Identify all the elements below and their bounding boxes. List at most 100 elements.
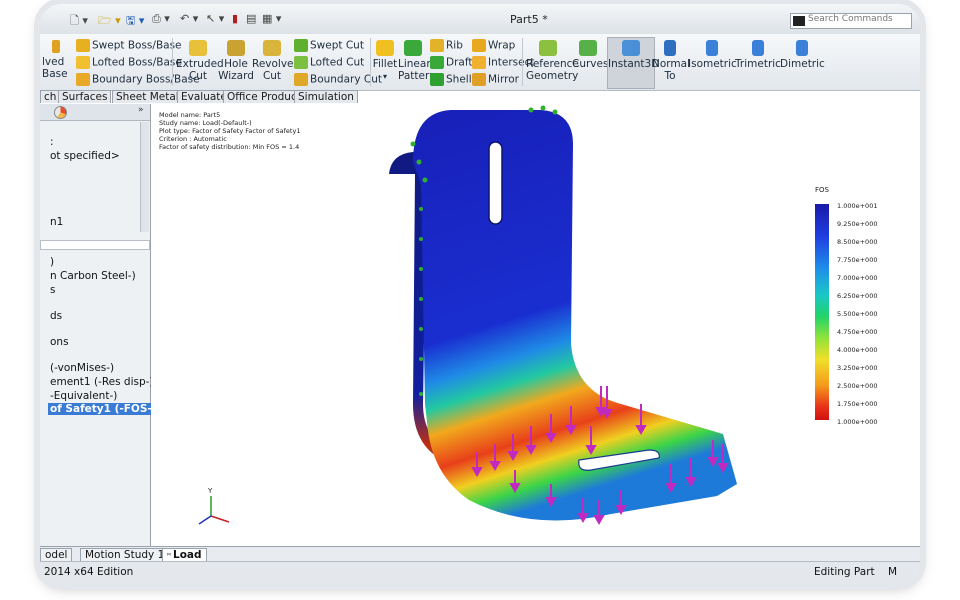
save-icon[interactable]: 🖫 ▾ bbox=[126, 12, 144, 31]
rebuild-icon[interactable]: ▮ bbox=[232, 12, 238, 25]
legend-label: 8.500e+000 bbox=[837, 238, 878, 246]
print-icon[interactable]: ⎙ ▾ bbox=[152, 12, 170, 26]
boundary-cut-button[interactable]: Boundary Cut bbox=[294, 73, 382, 86]
search-icon bbox=[793, 16, 805, 26]
reference-geometry-icon bbox=[539, 40, 557, 56]
fos-model-render[interactable]: Y bbox=[151, 104, 920, 546]
boundary-boss-icon bbox=[76, 73, 90, 86]
legend-label: 6.250e+000 bbox=[837, 292, 878, 300]
ribbon-separator bbox=[522, 38, 523, 86]
tab-sheet-metal[interactable]: Sheet Metal bbox=[112, 90, 183, 103]
swept-cut-button[interactable]: Swept Cut bbox=[294, 39, 364, 52]
legend-label: 5.500e+000 bbox=[837, 310, 878, 318]
expand-panel-icon[interactable]: » bbox=[138, 105, 144, 115]
revolved-boss-label[interactable]: lved bbox=[42, 56, 64, 68]
dimetric-icon bbox=[796, 40, 808, 56]
fillet-icon bbox=[376, 40, 394, 56]
edition-text: 2014 x64 Edition bbox=[44, 566, 134, 578]
legend-label: 7.000e+000 bbox=[837, 274, 878, 282]
fos-color-legend bbox=[815, 204, 829, 420]
curves-button[interactable]: Curves bbox=[572, 40, 608, 70]
fillet-button[interactable]: Fillet ▾ bbox=[372, 40, 398, 83]
tree-item-strain[interactable]: -Equivalent-) bbox=[50, 390, 117, 402]
rib-button[interactable]: Rib bbox=[430, 39, 463, 52]
swept-boss-button[interactable]: Swept Boss/Base bbox=[76, 39, 182, 52]
isometric-button[interactable]: Isometric bbox=[688, 40, 737, 70]
legend-label: 7.750e+000 bbox=[837, 256, 878, 264]
isometric-icon bbox=[706, 40, 718, 56]
extruded-cut-icon bbox=[189, 40, 207, 56]
file-properties-icon[interactable]: ▤ bbox=[246, 12, 256, 25]
curves-icon bbox=[579, 40, 597, 56]
axis-triad: Y bbox=[198, 487, 230, 525]
tree-scrollbar[interactable] bbox=[140, 122, 149, 232]
mirror-button[interactable]: Mirror bbox=[472, 73, 519, 86]
title-bar: 🗋 ▾ 🗁 ▾ 🖫 ▾ ⎙ ▾ ↶ ▾ ↖ ▾ ▮ ▤ ▦ ▾ Part5 * … bbox=[40, 4, 920, 35]
fillet-dropdown-icon[interactable]: ▾ bbox=[383, 72, 387, 81]
normal-to-icon bbox=[664, 40, 676, 56]
command-tabs: ch Surfaces Sheet Metal Evaluate Office … bbox=[40, 90, 358, 103]
open-icon[interactable]: 🗁 ▾ bbox=[98, 12, 121, 31]
tree-item-stress[interactable]: (-vonMises-) bbox=[50, 362, 114, 374]
lofted-boss-button[interactable]: Lofted Boss/Base bbox=[76, 56, 182, 69]
units-indicator[interactable]: M bbox=[888, 566, 897, 578]
hole-wizard-button[interactable]: Hole Wizard bbox=[218, 40, 254, 82]
rib-icon bbox=[430, 39, 444, 52]
new-document-icon[interactable]: 🗋 ▾ bbox=[70, 12, 88, 31]
tree-item-factor-of-safety[interactable]: of Safety1 (-FOS-) bbox=[48, 403, 159, 415]
undo-icon[interactable]: ↶ ▾ bbox=[180, 12, 198, 25]
document-title: Part5 * bbox=[510, 13, 548, 26]
editing-mode-text: Editing Part bbox=[814, 566, 875, 578]
wrap-icon bbox=[472, 39, 486, 52]
status-bar: 2014 x64 Edition Editing Part M bbox=[40, 561, 920, 584]
tree-divider-bar[interactable] bbox=[40, 240, 150, 250]
legend-title: FOS bbox=[815, 186, 829, 194]
extruded-cut-button[interactable]: Extruded Cut bbox=[176, 40, 224, 82]
tab-surfaces[interactable]: Surfaces bbox=[58, 90, 112, 103]
legend-label: 4.000e+000 bbox=[837, 346, 878, 354]
tree-item[interactable]: ) bbox=[50, 256, 54, 268]
draft-button[interactable]: Draft bbox=[430, 56, 472, 69]
legend-label: 1.750e+000 bbox=[837, 400, 878, 408]
graphics-viewport[interactable]: Model name: Part5 Study name: Load(-Defa… bbox=[151, 104, 920, 546]
tree-item[interactable]: n1 bbox=[50, 216, 63, 228]
wrap-button[interactable]: Wrap bbox=[472, 39, 515, 52]
dimetric-button[interactable]: Dimetric bbox=[780, 40, 825, 70]
revolved-cut-button[interactable]: Revolved Cut bbox=[252, 40, 300, 82]
legend-label: 1.000e+001 bbox=[837, 202, 878, 210]
tree-item[interactable]: s bbox=[50, 284, 55, 296]
trimetric-button[interactable]: Trimetric bbox=[734, 40, 782, 70]
linear-pattern-icon bbox=[404, 40, 422, 56]
reference-geometry-button[interactable]: Reference Geometry bbox=[526, 40, 579, 82]
options-icon[interactable]: ▦ ▾ bbox=[262, 12, 281, 25]
tab-simulation[interactable]: Simulation bbox=[294, 90, 358, 103]
legend-label: 4.750e+000 bbox=[837, 328, 878, 336]
instant3d-label[interactable]: Instant3D bbox=[608, 40, 659, 70]
simulation-manager-icon[interactable] bbox=[54, 106, 67, 119]
ribbon-separator bbox=[370, 38, 371, 86]
tree-item-loads[interactable]: ds bbox=[50, 310, 62, 322]
tree-item-displacement[interactable]: ement1 (-Res disp-) bbox=[50, 376, 154, 388]
tree-item[interactable]: : bbox=[50, 136, 54, 148]
intersect-icon bbox=[472, 56, 486, 69]
shell-button[interactable]: Shell bbox=[430, 73, 472, 86]
search-commands-input[interactable]: Search Commands bbox=[790, 13, 912, 29]
swept-cut-icon bbox=[294, 39, 308, 52]
boundary-cut-icon bbox=[294, 73, 308, 86]
revolved-boss-base-label[interactable]: Base bbox=[42, 68, 68, 80]
legend-label: 2.500e+000 bbox=[837, 382, 878, 390]
tree-item-material[interactable]: n Carbon Steel-) bbox=[50, 270, 136, 282]
tree-item[interactable]: ot specified> bbox=[50, 150, 120, 162]
linear-pattern-button[interactable]: Linear Pattern bbox=[398, 40, 436, 82]
shell-icon bbox=[430, 73, 444, 86]
upper-slot bbox=[488, 141, 503, 225]
legend-label: 3.250e+000 bbox=[837, 364, 878, 372]
revolved-cut-icon bbox=[263, 40, 281, 56]
instant3d-icon bbox=[622, 40, 640, 56]
select-icon[interactable]: ↖ ▾ bbox=[206, 12, 224, 25]
lofted-cut-button[interactable]: Lofted Cut bbox=[294, 56, 364, 69]
revolved-boss-partial[interactable] bbox=[52, 40, 62, 53]
lofted-boss-icon bbox=[76, 56, 90, 69]
normal-to-button[interactable]: Normal To bbox=[652, 40, 690, 82]
tree-item-connections[interactable]: ons bbox=[50, 336, 69, 348]
